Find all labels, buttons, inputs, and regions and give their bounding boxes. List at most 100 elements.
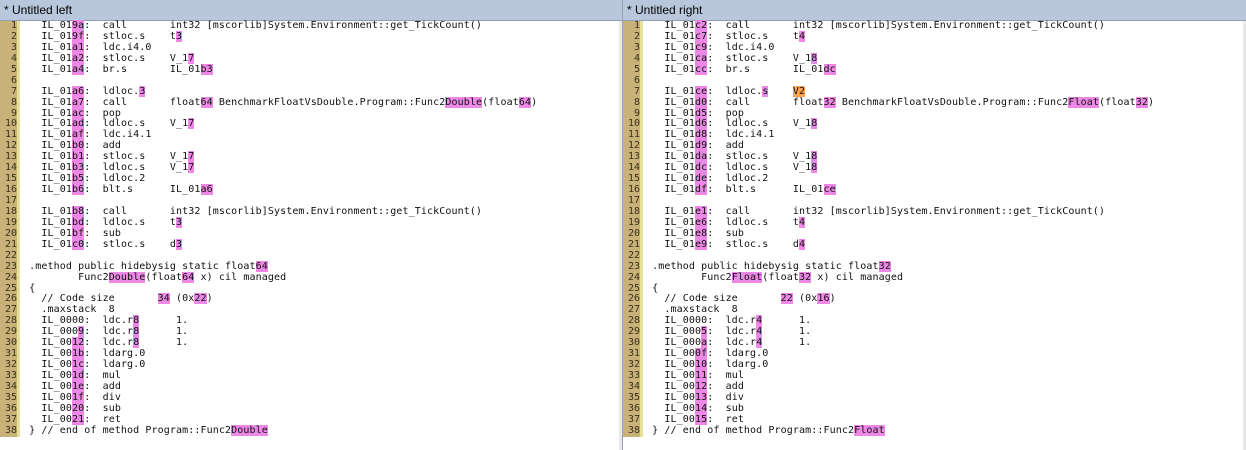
line-number: 38 [623,425,640,437]
code-segment: : ldarg.0 [707,348,769,360]
diff-highlight: d8 [694,129,708,141]
code-segment: IL_00 [23,413,72,425]
change-marker [640,283,643,295]
code-segment: : br.s IL_01 [707,63,824,75]
code-line[interactable]: 16 IL_01b6: blt.s IL_01a6 [0,184,622,196]
code-segment: : div [707,391,744,403]
diff-highlight: cc [694,63,708,75]
code-segment: { [646,282,659,294]
code-segment: : ldc.r [84,337,134,349]
right-pane-title[interactable]: * Untitled right [623,0,1246,21]
diff-highlight: 32 [823,96,836,108]
code-segment: : div [84,391,121,403]
change-marker [17,75,20,87]
diff-highlight: bd [71,216,85,228]
code-segment: : ldc.r [707,326,757,338]
change-marker [640,141,643,153]
right-code-editor[interactable]: 1 IL_01c2: call int32 [mscorlib]System.E… [623,20,1246,450]
code-line[interactable]: 38 } // end of method Program::Func2Doub… [0,424,622,437]
code-line[interactable]: 5 IL_01a4: br.s IL_01b3 [0,63,622,76]
change-marker [640,327,643,339]
code-segment: IL_01 [646,52,695,64]
code-segment: IL_00 [646,402,695,414]
change-marker [640,228,643,240]
left-scrollbar[interactable] [619,21,622,450]
code-line[interactable]: 24 Func2Float(float32 x) cil managed [623,271,1246,284]
change-marker [640,217,643,229]
code-line[interactable]: 21 IL_01c0: stloc.s d3 [0,238,622,251]
code-segment: : pop [84,107,121,119]
code-segment: IL_01 [646,129,695,141]
diff-highlight: 16 [817,293,830,305]
change-marker [640,349,643,361]
code-segment: IL_01 [23,205,72,217]
code-segment: IL_0000: ldc.r [646,315,757,327]
code-segment: { [23,282,36,294]
left-pane-title[interactable]: * Untitled left [0,0,622,21]
code-text: IL_01c0: stloc.s d3 [23,238,183,251]
line-number: 24 [623,272,640,284]
line-number: 7 [0,86,17,98]
code-segment: : stloc.s V_1 [707,151,812,163]
change-marker [17,294,20,306]
code-segment: (float [1098,96,1136,108]
code-segment: IL_01 [23,52,72,64]
code-segment: IL_01 [23,140,72,152]
diff-highlight: 8 [811,52,818,64]
change-marker [640,272,643,284]
diff-highlight: e9 [694,238,708,250]
code-line[interactable]: 5 IL_01cc: br.s IL_01dc [623,63,1246,76]
code-segment: : call int32 [mscorlib]System.Environmen… [84,20,483,31]
code-segment: BenchmarkFloatVsDouble.Program::Func2 [835,96,1069,108]
code-segment: 1. [762,315,812,327]
diff-highlight: a7 [71,96,85,108]
code-segment: IL_00 [646,380,695,392]
code-segment: IL_00 [23,380,72,392]
change-marker [17,42,20,54]
code-segment: .method public hidebysig static float [646,260,879,272]
change-marker [17,349,20,361]
code-segment: IL_0000: ldc.r [23,315,134,327]
code-segment: : ldloc. [84,85,140,97]
code-segment: : add [84,380,121,392]
code-line[interactable]: 38 } // end of method Program::Func2Floa… [623,424,1246,437]
change-marker [17,425,20,437]
change-marker [17,119,20,131]
code-segment: 1. [139,337,189,349]
code-segment: IL_01 [23,129,72,141]
code-segment: IL_01 [646,151,695,163]
code-line[interactable]: 16 IL_01df: blt.s IL_01ce [623,184,1246,196]
code-line[interactable]: 24 Func2Double(float64 x) cil managed [0,271,622,284]
diff-highlight: a6 [200,184,213,196]
diff-highlight: a6 [71,85,85,97]
change-marker [17,414,20,426]
code-segment: IL_00 [23,370,72,381]
code-segment: : ldarg.0 [84,359,146,371]
diff-highlight: e8 [694,227,708,239]
code-line[interactable]: 21 IL_01e9: stloc.s d4 [623,238,1246,251]
code-segment: IL_01 [646,216,695,228]
code-segment: : add [84,140,121,152]
left-code-editor[interactable]: 1 IL_019a: call int32 [mscorlib]System.E… [0,20,622,450]
code-segment: ) [1147,96,1155,108]
diff-highlight: ce [694,85,708,97]
change-marker [640,163,643,175]
code-segment: : ldc.r [84,326,134,338]
diff-highlight: Double [231,424,268,436]
diff-highlight: c7 [694,30,708,42]
change-marker [640,86,643,98]
code-segment: IL_00 [646,370,695,381]
change-marker [17,283,20,295]
diff-highlight: a4 [71,63,85,75]
code-text: Func2Double(float64 x) cil managed [23,271,287,284]
change-marker [640,31,643,43]
diff-highlight: 22 [780,293,793,305]
diff-highlight: 8 [811,151,818,163]
code-segment: : stloc.s t [84,30,177,42]
code-segment: x) cil managed [194,271,287,283]
code-segment: : ldc.i4.1 [707,129,775,141]
code-segment: IL_01 [23,96,72,108]
code-segment: : add [707,140,744,152]
code-segment: : mul [84,370,121,381]
